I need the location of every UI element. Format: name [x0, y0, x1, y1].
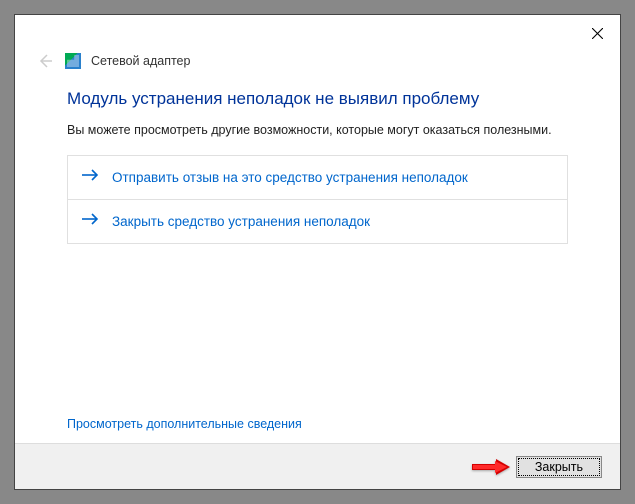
option-send-feedback[interactable]: Отправить отзыв на это средство устранен… — [67, 155, 568, 200]
content-area: Модуль устранения неполадок не выявил пр… — [15, 85, 620, 443]
arrow-right-icon — [82, 168, 100, 187]
network-adapter-icon — [65, 53, 81, 69]
back-button — [35, 51, 55, 71]
option-label: Отправить отзыв на это средство устранен… — [112, 170, 468, 185]
footer-bar: Закрыть — [15, 443, 620, 489]
result-subtext: Вы можете просмотреть другие возможности… — [67, 123, 568, 137]
option-label: Закрыть средство устранения неполадок — [112, 214, 370, 229]
close-icon — [592, 28, 603, 39]
arrow-right-icon — [82, 212, 100, 231]
result-heading: Модуль устранения неполадок не выявил пр… — [67, 89, 568, 109]
header-row: Сетевой адаптер — [15, 51, 620, 85]
window-close-button[interactable] — [582, 21, 612, 45]
option-close-troubleshooter[interactable]: Закрыть средство устранения неполадок — [67, 199, 568, 244]
annotation-arrow-icon — [472, 459, 510, 475]
more-details-link[interactable]: Просмотреть дополнительные сведения — [67, 417, 302, 431]
troubleshooter-window: Сетевой адаптер Модуль устранения непола… — [14, 14, 621, 490]
titlebar — [15, 15, 620, 51]
app-title: Сетевой адаптер — [91, 54, 190, 68]
back-arrow-icon — [37, 53, 53, 69]
close-button[interactable]: Закрыть — [516, 456, 602, 478]
